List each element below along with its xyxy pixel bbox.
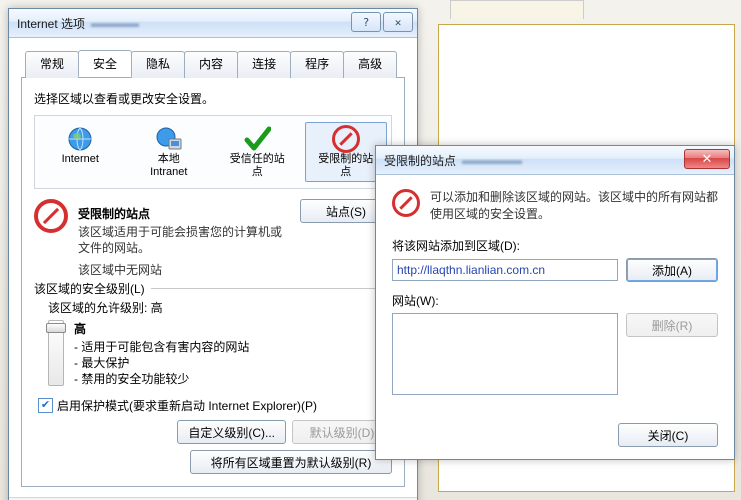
- zone-label: 受信任的站点: [217, 153, 298, 179]
- zone-label: 本地Intranet: [129, 153, 210, 179]
- security-panel: 选择区域以查看或更改安全设置。 Internet 本地Intranet: [21, 78, 405, 487]
- check-icon: [217, 125, 298, 153]
- reset-all-button[interactable]: 将所有区域重置为默认级别(R): [190, 450, 392, 474]
- titlebar[interactable]: 受限制的站点 ▬▬▬▬▬ ✕: [376, 146, 734, 175]
- zone-label: Internet: [40, 153, 121, 166]
- group-legend: 该区域的安全级别(L): [34, 280, 151, 297]
- internet-options-window: Internet 选项 ▬▬▬▬ ? ✕ 常规 安全 隐私 内容 连接 程序 高…: [8, 8, 418, 500]
- allowed-levels-label: 该区域的允许级别: 高: [48, 299, 392, 316]
- tab-connections[interactable]: 连接: [237, 51, 291, 78]
- selected-zone-desc: 该区域适用于可能会损害您的计算机或文件的网站。: [78, 224, 290, 256]
- tab-privacy[interactable]: 隐私: [131, 51, 185, 78]
- websites-listbox[interactable]: [392, 313, 618, 395]
- level-slider[interactable]: [48, 320, 64, 386]
- security-level-group: 该区域的安全级别(L) 该区域的允许级别: 高 高 适用于可能包含有害内容的网站…: [34, 288, 392, 474]
- title-blur: ▬▬▬▬▬: [462, 153, 522, 167]
- zone-list: Internet 本地Intranet 受信任的站点 受限制的站点: [34, 115, 392, 189]
- window-title: 受限制的站点: [384, 152, 456, 169]
- add-button[interactable]: 添加(A): [626, 258, 718, 282]
- tab-general[interactable]: 常规: [25, 51, 79, 78]
- tab-programs[interactable]: 程序: [290, 51, 344, 78]
- level-bullets: 适用于可能包含有害内容的网站 最大保护 禁用的安全功能较少: [74, 339, 249, 387]
- prohibit-icon: [34, 197, 68, 233]
- background-tab: [450, 0, 584, 19]
- custom-level-button[interactable]: 自定义级别(C)...: [177, 420, 286, 444]
- zone-intranet[interactable]: 本地Intranet: [128, 122, 211, 182]
- close-button[interactable]: ✕: [383, 12, 413, 32]
- tab-advanced[interactable]: 高级: [343, 51, 397, 78]
- tabs: 常规 安全 隐私 内容 连接 程序 高级: [21, 50, 405, 78]
- websites-label: 网站(W):: [392, 292, 718, 309]
- zone-empty-note: 该区域中无网站: [78, 262, 290, 278]
- close-button[interactable]: ✕: [684, 149, 730, 169]
- protected-mode-checkbox[interactable]: ✔: [38, 398, 53, 413]
- title-blur: ▬▬▬▬: [91, 16, 139, 30]
- prohibit-icon: [392, 189, 420, 217]
- intranet-icon: [129, 125, 210, 153]
- zone-trusted[interactable]: 受信任的站点: [216, 122, 299, 182]
- globe-icon: [40, 125, 121, 153]
- zone-label: 受限制的站点: [306, 153, 387, 179]
- add-site-input[interactable]: [392, 259, 618, 281]
- level-value: 高: [74, 320, 249, 337]
- window-title: Internet 选项: [17, 15, 85, 32]
- selected-zone-title: 受限制的站点: [78, 205, 290, 222]
- tab-security[interactable]: 安全: [78, 50, 132, 77]
- add-label: 将该网站添加到区域(D):: [392, 237, 718, 254]
- dialog-desc: 可以添加和删除该区域的网站。该区域中的所有网站都使用区域的安全设置。: [430, 189, 718, 223]
- zone-hint: 选择区域以查看或更改安全设置。: [34, 90, 392, 107]
- background-panel: [438, 24, 735, 156]
- tab-content[interactable]: 内容: [184, 51, 238, 78]
- remove-button: 删除(R): [626, 313, 718, 337]
- restricted-sites-dialog: 受限制的站点 ▬▬▬▬▬ ✕ 可以添加和删除该区域的网站。该区域中的所有网站都使…: [375, 145, 735, 460]
- titlebar[interactable]: Internet 选项 ▬▬▬▬ ? ✕: [9, 9, 417, 38]
- close-dialog-button[interactable]: 关闭(C): [618, 423, 718, 447]
- help-button[interactable]: ?: [351, 12, 381, 32]
- prohibit-icon: [306, 125, 387, 153]
- zone-internet[interactable]: Internet: [39, 122, 122, 182]
- protected-mode-label: 启用保护模式(要求重新启动 Internet Explorer)(P): [57, 397, 317, 414]
